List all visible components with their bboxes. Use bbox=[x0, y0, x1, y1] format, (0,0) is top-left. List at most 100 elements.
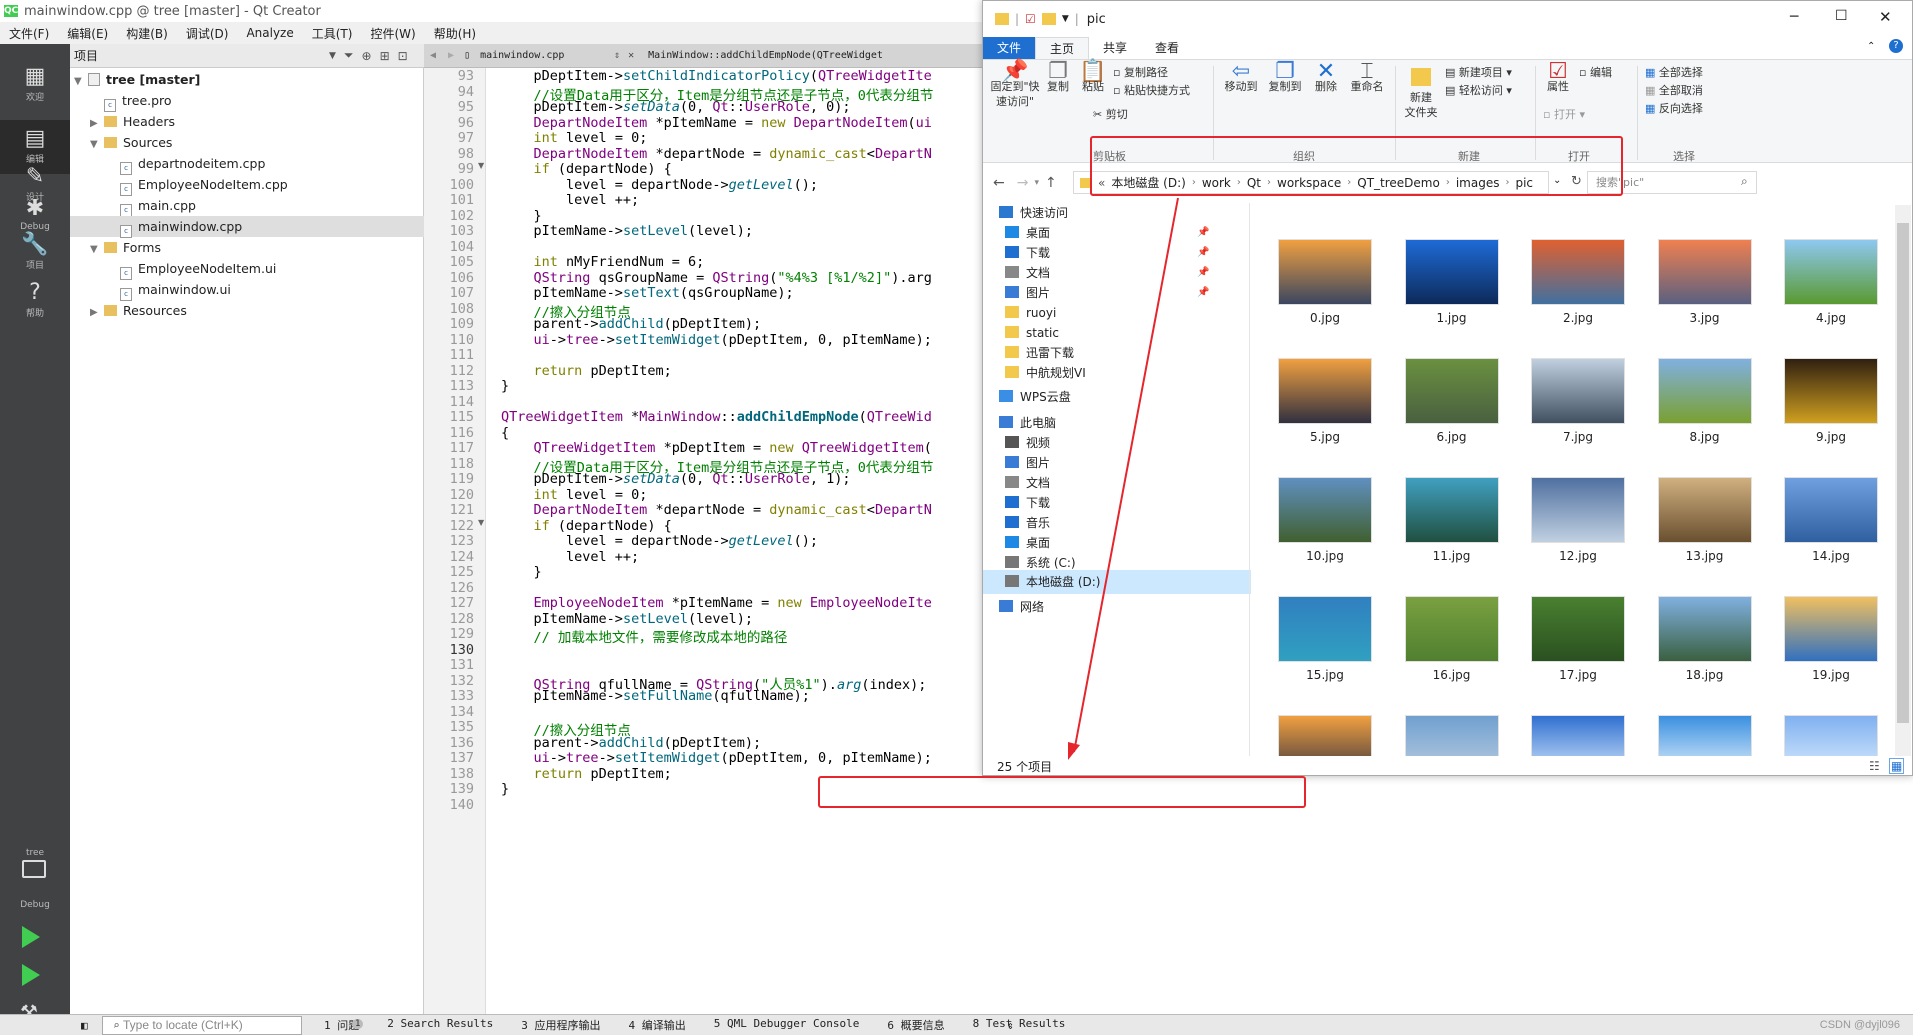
toggle-sidebar-icon[interactable]: ◧ bbox=[74, 1019, 95, 1032]
file-name[interactable]: 13.jpg bbox=[1645, 549, 1765, 563]
select-all-button[interactable]: ▦ 全部选择 bbox=[1645, 64, 1703, 80]
nav-item[interactable]: 本地磁盘 (D:) bbox=[983, 570, 1251, 594]
file-name[interactable]: 8.jpg bbox=[1645, 430, 1765, 444]
file-name[interactable]: 14.jpg bbox=[1771, 549, 1891, 563]
tree-file[interactable]: c departnodeitem.cpp bbox=[70, 153, 424, 175]
image-thumbnail[interactable] bbox=[1531, 715, 1625, 756]
menu-item[interactable]: Analyze bbox=[237, 26, 302, 40]
copy-button[interactable]: ❐ 复制 bbox=[1043, 61, 1073, 94]
forward-icon[interactable]: ▶ bbox=[442, 50, 460, 61]
image-thumbnail[interactable] bbox=[1404, 477, 1499, 543]
cut-button[interactable]: ✂ 剪切 bbox=[1093, 106, 1128, 122]
tree-root[interactable]: ▼ tree [master] bbox=[70, 69, 424, 90]
image-thumbnail[interactable] bbox=[1531, 239, 1625, 305]
file-name[interactable]: 0.jpg bbox=[1265, 311, 1385, 325]
quick-access-toolbar-dropdown-icon[interactable]: ▼ bbox=[1062, 14, 1069, 24]
back-button[interactable]: ← bbox=[993, 175, 1005, 191]
expand-arrow-icon[interactable]: ▼ bbox=[90, 239, 104, 260]
easy-access-button[interactable]: ▤ 轻松访问 ▾ bbox=[1445, 82, 1512, 98]
project-view-select[interactable]: 项目 bbox=[74, 47, 329, 64]
image-thumbnail[interactable] bbox=[1784, 715, 1878, 756]
menu-item[interactable]: 工具(T) bbox=[303, 25, 362, 42]
file-name[interactable]: 5.jpg bbox=[1265, 430, 1385, 444]
ribbon-collapse-icon[interactable]: ⌃ bbox=[1867, 41, 1875, 52]
expand-arrow-icon[interactable]: ▼ bbox=[90, 134, 104, 155]
new-item-button[interactable]: ▤ 新建项目 ▾ bbox=[1445, 64, 1512, 80]
open-button[interactable]: ▫ 打开 ▾ bbox=[1543, 106, 1585, 122]
link-icon[interactable]: ⊕ bbox=[362, 49, 372, 63]
ribbon-tab[interactable]: 共享 bbox=[1089, 37, 1141, 59]
ribbon-tab[interactable]: 文件 bbox=[983, 37, 1036, 59]
image-thumbnail[interactable] bbox=[1404, 239, 1499, 305]
file-name[interactable]: 6.jpg bbox=[1392, 430, 1512, 444]
image-thumbnail[interactable] bbox=[1784, 239, 1878, 305]
output-tab[interactable]: 5 QML Debugger Console bbox=[700, 1017, 874, 1033]
menu-item[interactable]: 构建(B) bbox=[117, 25, 177, 42]
file-name[interactable]: 19.jpg bbox=[1771, 668, 1891, 682]
file-name[interactable]: 12.jpg bbox=[1518, 549, 1638, 563]
file-name[interactable]: 17.jpg bbox=[1518, 668, 1638, 682]
image-thumbnail[interactable] bbox=[1784, 477, 1878, 543]
nav-item[interactable]: 网络 bbox=[983, 595, 1251, 619]
image-thumbnail[interactable] bbox=[1278, 239, 1372, 305]
file-name[interactable]: 4.jpg bbox=[1771, 311, 1891, 325]
mode-0[interactable]: ▦ 欢迎 bbox=[0, 64, 70, 108]
copy-to-button[interactable]: ❐ 复制到 bbox=[1265, 61, 1305, 94]
nav-item[interactable]: 中航规划VI bbox=[983, 361, 1251, 385]
new-folder-quick-icon[interactable] bbox=[1041, 13, 1056, 25]
delete-button[interactable]: ✕ 删除 bbox=[1309, 61, 1343, 94]
rename-button[interactable]: ⌶ 重命名 bbox=[1347, 61, 1387, 94]
image-thumbnail[interactable] bbox=[1657, 596, 1752, 662]
image-thumbnail[interactable] bbox=[1784, 596, 1878, 662]
maximize-button[interactable]: ☐ bbox=[1835, 8, 1848, 24]
image-thumbnail[interactable] bbox=[1657, 477, 1752, 543]
output-tab[interactable]: 6 概要信息 bbox=[873, 1017, 958, 1033]
properties-button[interactable]: ☑ 属性 bbox=[1541, 61, 1575, 94]
mode-5[interactable]: ? 帮助 bbox=[0, 280, 70, 324]
expand-arrow-icon[interactable]: ▼ bbox=[74, 71, 88, 92]
file-name[interactable]: 15.jpg bbox=[1265, 668, 1385, 682]
menu-item[interactable]: 调试(D) bbox=[177, 25, 238, 42]
run-icon[interactable] bbox=[22, 926, 40, 948]
tree-file[interactable]: c EmployeeNodeItem.cpp bbox=[70, 174, 424, 196]
image-thumbnail[interactable] bbox=[1404, 596, 1499, 662]
file-name[interactable]: 16.jpg bbox=[1392, 668, 1512, 682]
output-tab[interactable]: 2 Search Results bbox=[373, 1017, 507, 1033]
tree-folder[interactable]: ▶ Headers bbox=[70, 111, 424, 132]
image-thumbnail[interactable] bbox=[1404, 358, 1499, 424]
close-file-icon[interactable]: ✕ bbox=[620, 50, 642, 61]
paste-button[interactable]: 📋 粘贴 bbox=[1078, 61, 1108, 94]
file-name[interactable]: 9.jpg bbox=[1771, 430, 1891, 444]
ribbon-tab[interactable]: 主页 bbox=[1035, 37, 1090, 59]
select-none-button[interactable]: ▦ 全部取消 bbox=[1645, 82, 1703, 98]
tree-file[interactable]: c mainwindow.ui bbox=[70, 279, 424, 301]
move-to-button[interactable]: ⇦ 移动到 bbox=[1221, 61, 1261, 94]
fold-marker-icon[interactable]: ▼ bbox=[478, 161, 484, 170]
ribbon-tab[interactable]: 查看 bbox=[1141, 37, 1193, 59]
expand-arrow-icon[interactable]: ▶ bbox=[90, 113, 104, 134]
monitor-icon[interactable] bbox=[22, 860, 46, 878]
mode-4[interactable]: 🔧 项目 bbox=[0, 232, 70, 276]
nav-item[interactable]: WPS云盘 bbox=[983, 385, 1251, 409]
copy-path-button[interactable]: ▫ 复制路径 bbox=[1113, 64, 1168, 80]
tree-folder[interactable]: ▶ Resources bbox=[70, 300, 424, 321]
tree-folder[interactable]: ▼ Sources bbox=[70, 132, 424, 153]
symbol-select[interactable]: MainWindow::addChildEmpNode(QTreeWidget bbox=[642, 50, 883, 61]
expand-arrow-icon[interactable]: ▶ bbox=[90, 302, 104, 323]
tree-file[interactable]: c EmployeeNodeItem.ui bbox=[70, 258, 424, 280]
file-name[interactable]: 18.jpg bbox=[1645, 668, 1765, 682]
file-name[interactable]: 10.jpg bbox=[1265, 549, 1385, 563]
properties-quick-icon[interactable]: ☑ bbox=[1025, 12, 1036, 26]
output-tab[interactable]: 4 编译输出 bbox=[614, 1017, 699, 1033]
details-view-icon[interactable]: ☷ bbox=[1869, 759, 1880, 773]
invert-selection-button[interactable]: ▦ 反向选择 bbox=[1645, 100, 1703, 116]
paste-shortcut-button[interactable]: ▫ 粘贴快捷方式 bbox=[1113, 82, 1190, 98]
output-tab[interactable]: 3 应用程序输出 bbox=[507, 1017, 614, 1033]
new-folder-button[interactable]: 新建 文件夹 bbox=[1401, 64, 1441, 120]
file-name[interactable]: 7.jpg bbox=[1518, 430, 1638, 444]
menu-item[interactable]: 帮助(H) bbox=[425, 25, 485, 42]
tree-folder[interactable]: ▼ Forms bbox=[70, 237, 424, 258]
image-thumbnail[interactable] bbox=[1531, 477, 1625, 543]
close-button[interactable]: ✕ bbox=[1879, 8, 1892, 26]
minimize-button[interactable]: ─ bbox=[1790, 9, 1798, 25]
